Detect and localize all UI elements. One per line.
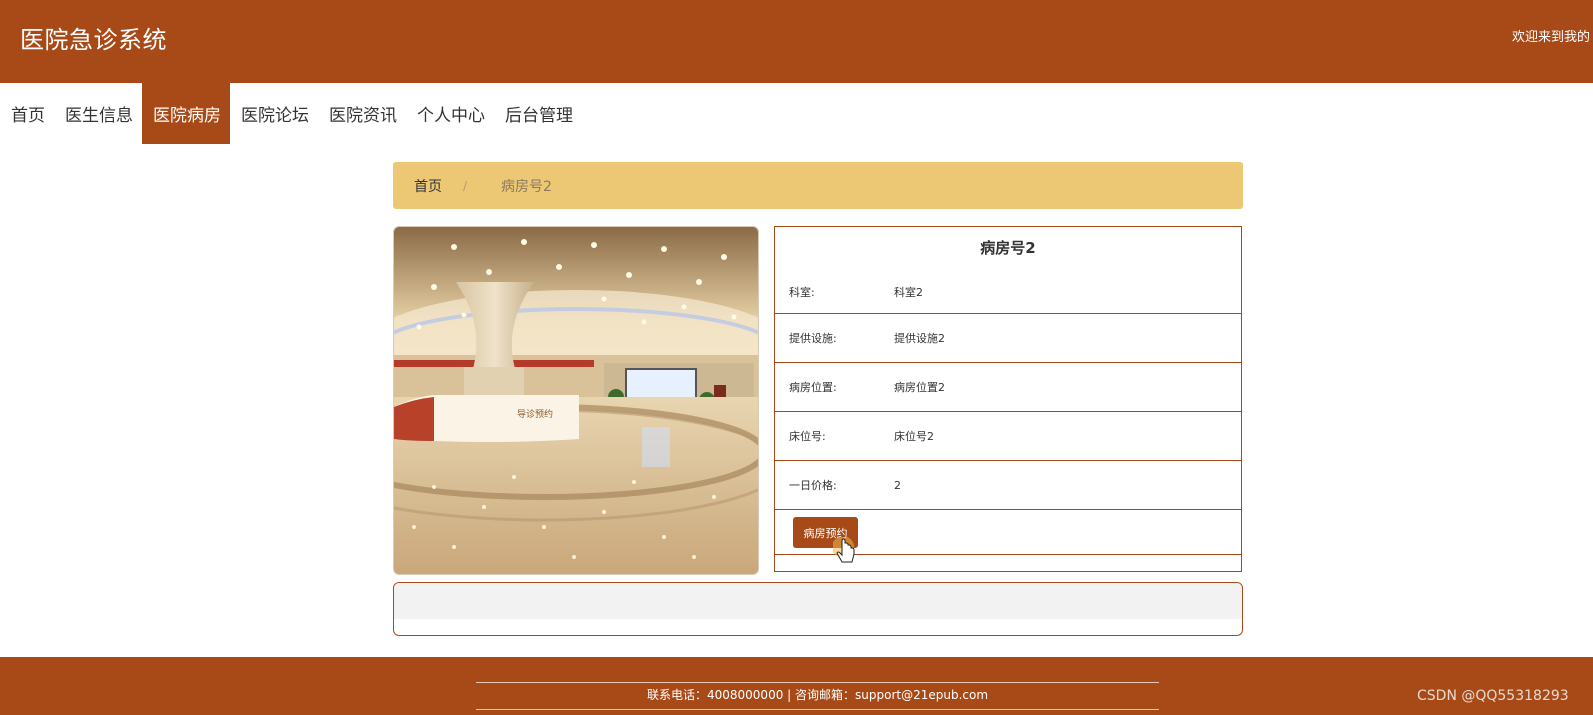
field-value: 提供设施2 (894, 332, 945, 345)
comments-panel-header (394, 583, 1242, 619)
breadcrumb-home-link[interactable]: 首页 (414, 176, 442, 196)
field-value: 病房位置2 (894, 381, 945, 394)
breadcrumb-current: 病房号2 (501, 178, 552, 195)
nav-item-profile[interactable]: 个人中心 (406, 83, 494, 144)
field-value: 科室2 (894, 286, 923, 299)
field-label: 床位号: (789, 430, 826, 443)
nav-item-doctors[interactable]: 医生信息 (54, 83, 142, 144)
welcome-text: 欢迎来到我的 (1512, 30, 1591, 45)
field-label: 科室: (789, 286, 815, 299)
hand-pointer-cursor-icon (833, 537, 855, 563)
site-title: 医院急诊系统 (20, 26, 167, 54)
field-value: 2 (894, 478, 901, 492)
footer-divider-bottom (476, 709, 1159, 710)
nav-item-admin[interactable]: 后台管理 (494, 83, 582, 144)
hospital-lobby-image: 导诊预约 (394, 227, 758, 574)
footer-contact: 联系电话：4008000000 | 咨询邮箱：support@21epub.co… (646, 688, 989, 702)
detail-row-daily-price: 一日价格: 2 (775, 461, 1241, 510)
ward-title: 病房号2 (980, 239, 1036, 257)
ward-photo: 导诊预约 (393, 226, 759, 575)
footer-divider-top (476, 682, 1159, 683)
field-label: 一日价格: (789, 479, 837, 492)
main-nav: 首页 医生信息 医院病房 医院论坛 医院资讯 个人中心 后台管理 (0, 83, 582, 144)
field-label: 提供设施: (789, 332, 837, 345)
breadcrumb: 首页 / 病房号2 (393, 162, 1243, 209)
ward-detail-table: 病房号2 科室: 科室2 提供设施: 提供设施2 病房位置: 病房位置2 床位号… (774, 226, 1242, 572)
detail-row-department: 科室: 科室2 (775, 271, 1241, 314)
photo-sign-text: 导诊预约 (517, 408, 553, 420)
nav-item-wards[interactable]: 医院病房 (142, 83, 230, 144)
header-bar: 医院急诊系统 欢迎来到我的 (0, 0, 1593, 83)
breadcrumb-separator: / (463, 178, 468, 193)
nav-item-news[interactable]: 医院资讯 (318, 83, 406, 144)
field-value: 床位号2 (894, 430, 934, 443)
detail-row-location: 病房位置: 病房位置2 (775, 363, 1241, 412)
field-label: 病房位置: (789, 381, 837, 394)
detail-row-facilities: 提供设施: 提供设施2 (775, 314, 1241, 363)
nav-item-forum[interactable]: 医院论坛 (230, 83, 318, 144)
watermark: CSDN @QQ55318293 (1417, 688, 1569, 704)
detail-row-bed-number: 床位号: 床位号2 (775, 412, 1241, 461)
comments-panel (393, 582, 1243, 636)
footer: 联系电话：4008000000 | 咨询邮箱：support@21epub.co… (0, 657, 1593, 715)
nav-item-home[interactable]: 首页 (0, 83, 54, 144)
